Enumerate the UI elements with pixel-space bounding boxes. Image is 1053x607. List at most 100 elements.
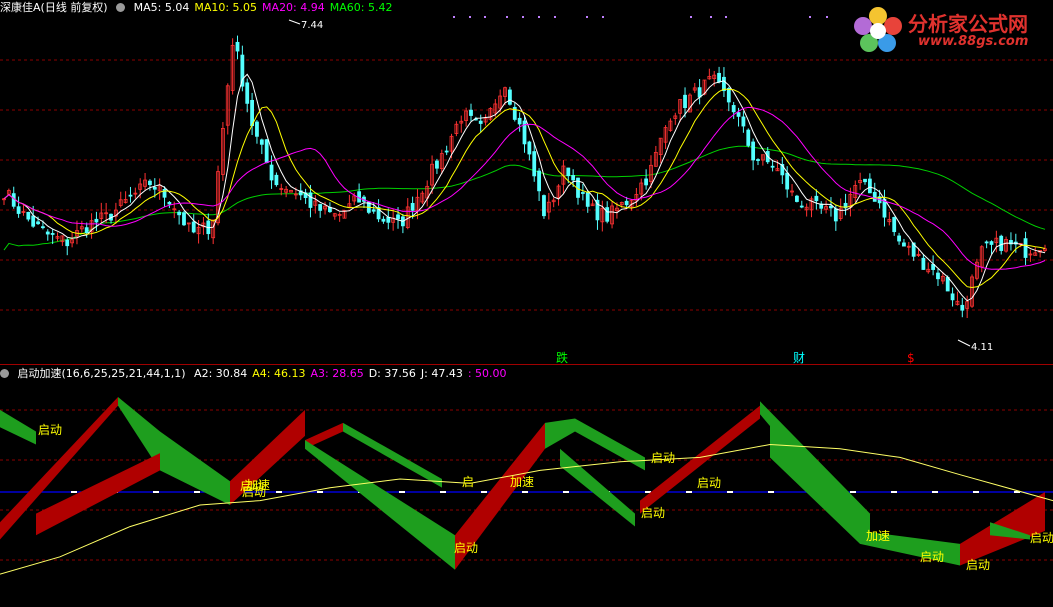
candle-body <box>435 160 439 169</box>
baseline-tick <box>399 491 405 493</box>
candle-body <box>833 208 838 222</box>
green-ribbon <box>770 418 860 544</box>
candle-body <box>444 150 449 153</box>
candle-body <box>41 226 45 229</box>
ma-value-2: MA20: 4.94 <box>262 1 325 14</box>
top-dot <box>554 16 556 18</box>
candle-body <box>537 170 541 192</box>
baseline-tick <box>481 491 487 493</box>
candle-body <box>381 218 386 222</box>
candle-body <box>245 82 250 104</box>
low-label: 4.11 <box>971 342 993 353</box>
indicator-value-3: D: 37.56 <box>368 367 416 380</box>
baseline-tick <box>194 491 200 493</box>
top-dot <box>826 16 828 18</box>
top-dot <box>522 16 524 18</box>
indicator-value-4: J: 47.43 <box>420 367 463 380</box>
candle-body <box>799 205 804 208</box>
indicator-title[interactable]: 启动加速(16,6,25,25,21,44,1,1) <box>18 367 186 380</box>
candle-body <box>255 121 259 137</box>
signal-label: 启动 <box>966 558 990 572</box>
candle-body <box>45 231 50 235</box>
candle-body <box>751 141 756 161</box>
candle-body <box>1023 238 1028 258</box>
candle-body <box>795 195 799 202</box>
signal-label: 启动 <box>1030 531 1053 545</box>
candle-body <box>624 200 629 206</box>
candle-body <box>84 227 89 234</box>
site-logo[interactable]: 分析家公式网 www.88gs.com <box>850 4 1050 56</box>
baseline-tick <box>440 491 446 493</box>
candle-body <box>644 178 649 186</box>
candle-body <box>542 195 546 217</box>
indicator-value-0: A2: 30.84 <box>194 367 248 380</box>
top-dot <box>506 16 508 18</box>
candle-body <box>605 207 610 222</box>
candle-body <box>318 204 323 211</box>
event-marker: 跌 <box>556 350 568 365</box>
signal-label: 启动 <box>240 479 264 493</box>
candle-body <box>191 221 196 233</box>
candle-body <box>936 272 940 280</box>
settings-icon[interactable] <box>0 369 9 378</box>
settings-icon[interactable] <box>116 3 126 12</box>
candle-body <box>371 209 376 212</box>
candle-body <box>177 211 182 216</box>
chart-canvas: 7.444.11跌财 $ 启动启动加速启加速启动启动启动启动加速启动启动启动启动 <box>0 16 1053 575</box>
baseline-tick <box>973 491 979 493</box>
ma-value-1: MA10: 5.05 <box>194 1 258 14</box>
green-ribbon <box>560 448 635 527</box>
signal-label: 加速 <box>866 529 890 543</box>
top-dot <box>809 16 811 18</box>
candle-body <box>50 233 55 235</box>
candle-body <box>829 205 833 209</box>
indicator-header: 启动加速(16,6,25,25,21,44,1,1) A2: 30.84 A4: … <box>0 366 517 382</box>
candle-body <box>921 257 926 270</box>
low-marker <box>957 339 971 347</box>
green-ribbon <box>545 418 575 449</box>
high-label: 7.44 <box>301 20 323 31</box>
top-dot <box>586 16 588 18</box>
baseline-tick <box>891 491 897 493</box>
candle-body <box>683 94 687 109</box>
baseline-tick <box>850 491 856 493</box>
candle-body <box>785 172 790 190</box>
top-dot <box>453 16 455 18</box>
top-dot <box>602 16 604 18</box>
logo-title: 分析家公式网 <box>908 12 1028 36</box>
candle-body <box>152 186 157 190</box>
candle-body <box>950 293 955 301</box>
candle-body <box>736 112 741 117</box>
green-ribbon <box>160 431 230 505</box>
candle-body <box>999 235 1004 251</box>
green-ribbon <box>0 409 36 445</box>
candle-body <box>585 192 590 207</box>
candle-body <box>478 120 483 124</box>
candle-body <box>396 214 400 220</box>
indicator-value-1: A4: 46.13 <box>252 367 306 380</box>
candle-body <box>897 235 901 242</box>
candle-body <box>469 109 473 116</box>
ma-value-3: MA60: 5.42 <box>329 1 393 14</box>
top-dot <box>538 16 540 18</box>
candle-body <box>94 218 99 223</box>
candle-body <box>148 180 152 186</box>
stock-title[interactable]: 深康佳A(日线 前复权) <box>0 1 108 14</box>
candle-body <box>532 151 537 177</box>
candle-body <box>726 87 731 103</box>
baseline-tick <box>563 491 569 493</box>
candle-body <box>741 116 746 127</box>
candle-body <box>867 178 872 194</box>
candle-body <box>872 191 877 202</box>
candle-body <box>250 99 254 127</box>
candle-body <box>984 241 989 244</box>
candle-body <box>65 239 70 247</box>
candle-body <box>566 167 571 177</box>
baseline-tick <box>317 491 323 493</box>
logo-url: www.88gs.com <box>918 34 1029 49</box>
candle-body <box>580 192 585 194</box>
top-dot <box>725 16 727 18</box>
signal-label: 启动 <box>38 423 62 437</box>
top-dot <box>710 16 712 18</box>
candle-body <box>26 211 31 220</box>
